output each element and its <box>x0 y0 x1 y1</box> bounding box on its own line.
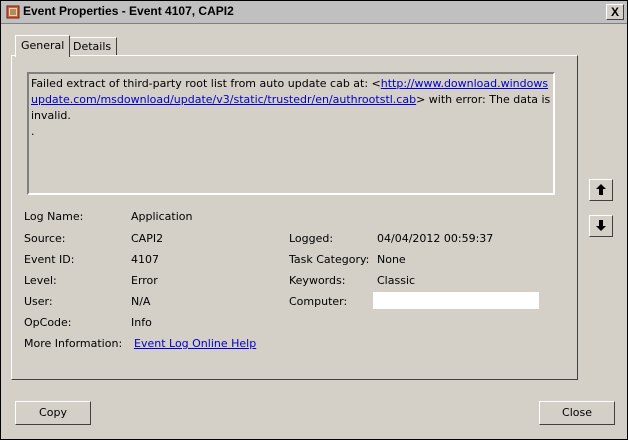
log-name-label: Log Name: <box>24 210 84 223</box>
event-id-label: Event ID: <box>24 253 75 266</box>
event-log-online-help-link[interactable]: Event Log Online Help <box>134 337 256 350</box>
event-properties-window: Event Properties - Event 4107, CAPI2 X G… <box>0 0 628 440</box>
previous-event-button[interactable] <box>589 179 613 201</box>
copy-button[interactable]: Copy <box>15 401 91 425</box>
task-category-label: Task Category: <box>289 253 370 266</box>
title-bar[interactable]: Event Properties - Event 4107, CAPI2 X <box>1 1 627 24</box>
opcode-label: OpCode: <box>24 316 72 329</box>
description-trailing: . <box>31 125 35 138</box>
more-information-label: More Information: <box>24 337 123 350</box>
logged-label: Logged: <box>289 232 334 245</box>
event-viewer-icon <box>6 5 20 19</box>
logged-value: 04/04/2012 00:59:37 <box>377 232 494 245</box>
close-icon: X <box>610 5 619 19</box>
user-value: N/A <box>131 295 151 308</box>
window-title: Event Properties - Event 4107, CAPI2 <box>23 4 234 18</box>
event-description-text: Failed extract of third-party root list … <box>31 76 551 140</box>
level-value: Error <box>131 274 158 287</box>
tab-details[interactable]: Details <box>67 37 118 56</box>
keywords-label: Keywords: <box>289 274 346 287</box>
log-name-value: Application <box>131 210 193 223</box>
computer-value-field[interactable] <box>373 292 539 309</box>
next-event-button[interactable] <box>589 215 613 237</box>
source-label: Source: <box>24 232 66 245</box>
opcode-value: Info <box>131 316 152 329</box>
event-description-box[interactable]: Failed extract of third-party root list … <box>27 72 555 195</box>
event-id-value: 4107 <box>131 253 159 266</box>
user-label: User: <box>24 295 53 308</box>
level-label: Level: <box>24 274 57 287</box>
close-button[interactable]: Close <box>539 401 615 425</box>
description-prefix: Failed extract of third-party root list … <box>31 77 381 90</box>
tab-general[interactable]: General <box>15 35 71 57</box>
source-value: CAPI2 <box>131 232 164 245</box>
arrow-up-icon <box>596 184 606 195</box>
close-window-button[interactable]: X <box>606 4 624 20</box>
task-category-value: None <box>377 253 406 266</box>
computer-label: Computer: <box>289 295 348 308</box>
arrow-down-icon <box>596 220 606 231</box>
keywords-value: Classic <box>377 274 416 287</box>
